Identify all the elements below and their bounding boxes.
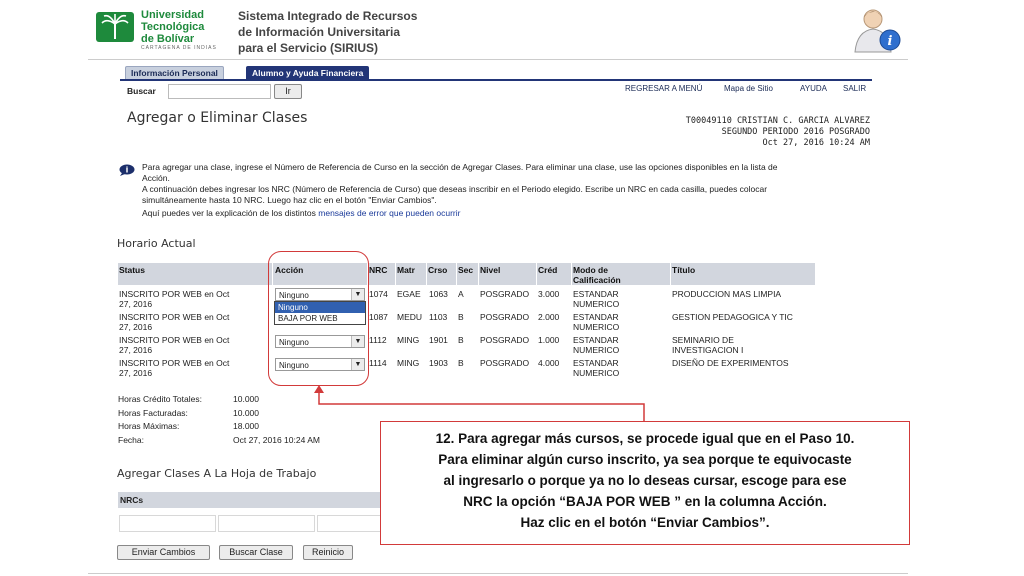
reinicio-button[interactable]: Reinicio (303, 545, 353, 560)
callout-connector (314, 385, 645, 422)
col-header-cred: Créd (537, 263, 571, 285)
buscar-clase-button[interactable]: Buscar Clase (219, 545, 293, 560)
error-messages-link[interactable]: mensajes de error que pueden ocurrir (318, 208, 460, 218)
search-input[interactable] (168, 84, 271, 99)
row-nrc: 1114 (369, 358, 387, 368)
row-nrc: 1074 (369, 289, 388, 299)
university-subtitle: CARTAGENA DE INDIAS (141, 45, 217, 51)
instruction-callout: 12. Para agregar más cursos, se procede … (380, 421, 910, 545)
row-nivel: POSGRADO (480, 335, 530, 345)
row-titulo: SEMINARIO DE INVESTIGACION I (672, 335, 744, 355)
student-period: SEGUNDO PERIODO 2016 POSGRADO (721, 127, 870, 137)
row-cred: 1.000 (538, 335, 560, 345)
go-button[interactable]: Ir (274, 84, 302, 99)
credit-totals: Horas Crédito Totales: 10.000 Horas Factu… (118, 394, 320, 445)
schedule-title: Horario Actual (117, 237, 196, 250)
palm-tree-icon (101, 14, 129, 39)
row-crso: 1063 (429, 289, 448, 299)
col-header-nrc: NRC (368, 263, 395, 285)
enviar-cambios-button[interactable]: Enviar Cambios (117, 545, 210, 560)
row-sec: A (458, 289, 464, 299)
student-info: T00049110 CRISTIAN C. GARCIA ALVAREZ SEG… (620, 116, 870, 149)
row-modo: ESTANDAR NUMERICO (573, 289, 620, 309)
header-divider (88, 59, 908, 60)
row-matr: MING (397, 335, 420, 345)
col-header-titulo: Título (671, 263, 815, 285)
row-titulo: GESTION PEDAGOGICA Y TIC (672, 312, 793, 322)
col-header-crso: Crso (427, 263, 456, 285)
info-bubble-icon: i (119, 161, 135, 176)
university-logo (96, 12, 134, 42)
student-datetime: Oct 27, 2016 10:24 AM (762, 138, 870, 148)
svg-text:i: i (126, 166, 129, 175)
row-status: INSCRITO POR WEB en Oct 27, 2016 (119, 358, 230, 378)
col-header-modo: Modo de Calificación (572, 263, 670, 285)
row-nivel: POSGRADO (480, 289, 530, 299)
row-modo: ESTANDAR NUMERICO (573, 358, 620, 378)
student-id-name: T00049110 CRISTIAN C. GARCIA ALVAREZ (685, 116, 870, 126)
row-nivel: POSGRADO (480, 312, 530, 322)
nav-link-ayuda[interactable]: AYUDA (800, 84, 827, 93)
user-info-avatar-icon[interactable]: i (845, 6, 909, 54)
row-nrc: 1112 (369, 335, 387, 345)
row-crso: 1903 (429, 358, 448, 368)
system-title: Sistema Integrado de Recursos de Informa… (238, 9, 418, 55)
tab-underline (120, 79, 872, 81)
row-sec: B (458, 358, 464, 368)
svg-text:i: i (888, 34, 893, 49)
search-label: Buscar (127, 86, 156, 96)
row-cred: 4.000 (538, 358, 560, 368)
col-header-sec: Sec (457, 263, 478, 285)
nav-link-regresar-menu[interactable]: REGRESAR A MENÚ (625, 84, 702, 93)
nrc-input[interactable] (218, 515, 315, 532)
row-matr: EGAE (397, 289, 421, 299)
row-matr: MING (397, 358, 420, 368)
row-modo: ESTANDAR NUMERICO (573, 312, 620, 332)
row-matr: MEDU (397, 312, 423, 322)
university-name: Universidad Tecnológica de Bolívar (141, 9, 205, 45)
row-modo: ESTANDAR NUMERICO (573, 335, 620, 355)
row-cred: 3.000 (538, 289, 560, 299)
info-message: Para agregar una clase, ingrese el Númer… (142, 162, 778, 218)
accion-column-highlight (268, 251, 369, 386)
row-nrc: 1087 (369, 312, 388, 322)
row-status: INSCRITO POR WEB en Oct 27, 2016 (119, 312, 230, 332)
row-status: INSCRITO POR WEB en Oct 27, 2016 (119, 289, 230, 309)
row-cred: 2.000 (538, 312, 560, 322)
row-status: INSCRITO POR WEB en Oct 27, 2016 (119, 335, 230, 355)
row-sec: B (458, 335, 464, 345)
row-nivel: POSGRADO (480, 358, 530, 368)
nav-link-mapa-sitio[interactable]: Mapa de Sitio (724, 84, 773, 93)
col-header-matr: Matr (396, 263, 426, 285)
row-sec: B (458, 312, 464, 322)
nav-link-salir[interactable]: SALIR (843, 84, 866, 93)
nrc-input[interactable] (119, 515, 216, 532)
row-crso: 1901 (429, 335, 448, 345)
row-titulo: DISEÑO DE EXPERIMENTOS (672, 358, 789, 368)
add-classes-title: Agregar Clases A La Hoja de Trabajo (117, 467, 317, 480)
row-crso: 1103 (429, 312, 448, 322)
col-header-nivel: Nivel (479, 263, 536, 285)
page-title: Agregar o Eliminar Clases (127, 110, 308, 126)
row-titulo: PRODUCCION MAS LIMPIA (672, 289, 782, 299)
footer-divider (88, 573, 908, 574)
col-header-status: Status (118, 263, 272, 285)
